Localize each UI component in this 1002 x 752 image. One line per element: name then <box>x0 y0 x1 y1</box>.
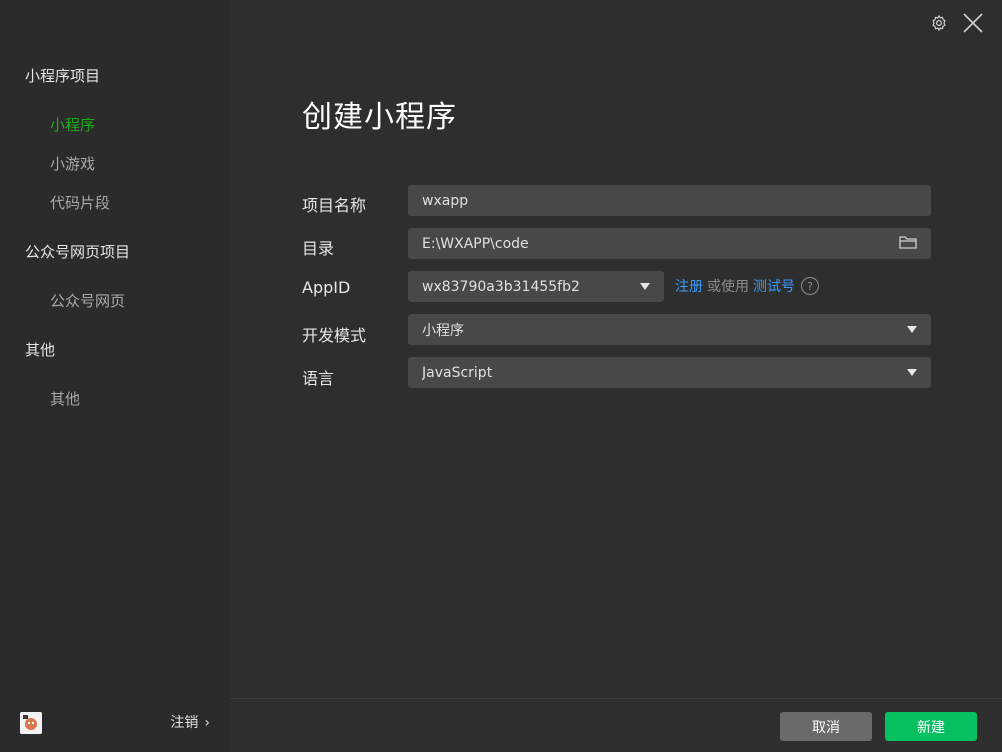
project-name-value: wxapp <box>422 192 469 209</box>
dev-mode-select[interactable]: 小程序 <box>408 314 931 345</box>
language-value: JavaScript <box>422 364 493 381</box>
appid-label: AppID <box>302 278 351 297</box>
close-icon[interactable] <box>962 12 984 34</box>
sidebar: 小程序项目 小程序 小游戏 代码片段 公众号网页项目 公众号网页 其他 其他 注… <box>0 0 230 752</box>
sidebar-item-official-account-web[interactable]: 公众号网页 <box>50 290 125 311</box>
caret-down-icon <box>907 326 917 333</box>
appid-value: wx83790a3b31455fb2 <box>422 278 580 295</box>
directory-value: E:\WXAPP\code <box>422 235 529 252</box>
main-panel: 创建小程序 项目名称 wxapp 目录 E:\WXAPP\code AppID … <box>230 0 1002 698</box>
caret-down-icon <box>640 283 650 290</box>
action-bar: 取消 新建 <box>230 698 1002 752</box>
window-controls <box>928 12 984 34</box>
project-name-input[interactable]: wxapp <box>408 185 931 216</box>
language-label: 语言 <box>302 369 335 388</box>
sidebar-item-code-snippet[interactable]: 代码片段 <box>50 192 110 213</box>
create-button[interactable]: 新建 <box>885 712 977 741</box>
page-title: 创建小程序 <box>302 100 457 135</box>
dev-mode-label: 开发模式 <box>302 326 367 345</box>
help-icon[interactable]: ? <box>801 277 819 295</box>
logout-label: 注销 <box>170 715 199 731</box>
test-account-link[interactable]: 测试号 <box>753 276 795 296</box>
folder-icon[interactable] <box>899 234 917 254</box>
avatar-image-icon <box>20 712 42 734</box>
cancel-button[interactable]: 取消 <box>780 712 872 741</box>
dev-mode-value: 小程序 <box>422 322 464 339</box>
project-name-label: 项目名称 <box>302 196 367 215</box>
caret-down-icon <box>907 369 917 376</box>
directory-input[interactable]: E:\WXAPP\code <box>408 228 931 259</box>
avatar[interactable] <box>20 712 42 734</box>
create-miniprogram-window: 小程序项目 小程序 小游戏 代码片段 公众号网页项目 公众号网页 其他 其他 注… <box>0 0 1002 752</box>
directory-label: 目录 <box>302 239 335 258</box>
language-select[interactable]: JavaScript <box>408 357 931 388</box>
sidebar-item-minigame[interactable]: 小游戏 <box>50 153 95 174</box>
appid-select[interactable]: wx83790a3b31455fb2 <box>408 271 664 302</box>
logout-button[interactable]: 注销 › <box>170 712 210 732</box>
chevron-right-icon: › <box>204 715 210 731</box>
sidebar-group-miniprogram-projects: 小程序项目 <box>25 67 101 85</box>
or-use-text: 或使用 <box>707 279 749 295</box>
appid-links: 注册 或使用 测试号 ? <box>675 276 819 296</box>
sidebar-group-other: 其他 <box>25 341 56 359</box>
sidebar-group-official-account-projects: 公众号网页项目 <box>25 243 131 261</box>
sidebar-item-other[interactable]: 其他 <box>50 388 80 409</box>
settings-gear-icon[interactable] <box>928 12 950 34</box>
sidebar-item-miniprogram[interactable]: 小程序 <box>50 114 95 135</box>
register-link[interactable]: 注册 <box>675 276 703 296</box>
sidebar-footer: 注销 › <box>0 698 230 752</box>
